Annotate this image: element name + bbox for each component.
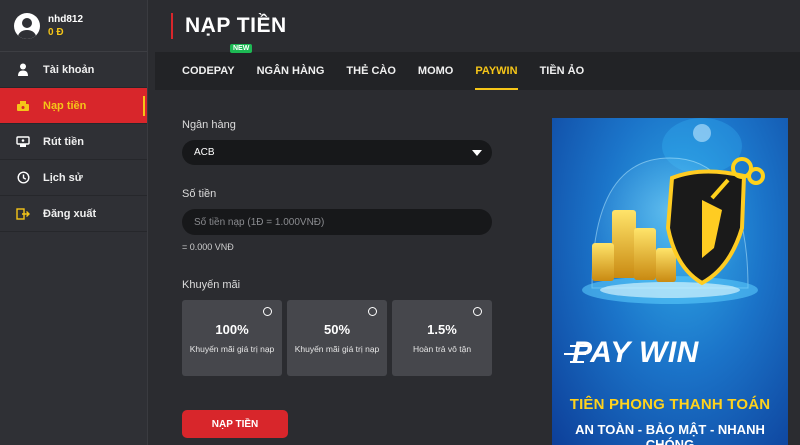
- sidebar-item-label: Nạp tiền: [43, 99, 87, 112]
- tab-label: THẺ CÀO: [346, 65, 396, 77]
- promo-desc: Khuyến mãi giá trị nạp: [294, 344, 380, 354]
- sidebar-item-withdraw[interactable]: Rút tiền: [0, 124, 147, 160]
- tab-codepay[interactable]: CODEPAY NEW: [182, 44, 253, 90]
- sidebar-item-label: Rút tiền: [43, 135, 84, 148]
- avatar[interactable]: [14, 12, 40, 39]
- promo-label: Khuyến mãi: [182, 279, 241, 291]
- sidebar-item-history[interactable]: Lịch sử: [0, 160, 147, 196]
- bank-label: Ngân hàng: [182, 119, 236, 131]
- bank-select[interactable]: ACB: [182, 140, 492, 165]
- banner-subtagline: AN TOÀN - BẢO MẬT - NHANH CHÓNG: [575, 422, 765, 445]
- sidebar-item-label: Đăng xuất: [43, 207, 97, 220]
- paywin-banner: PAY WIN TIÊN PHONG THANH TOÁN AN TOÀN - …: [552, 118, 788, 445]
- user-icon: [16, 63, 30, 77]
- tab-bank[interactable]: NGÂN HÀNG: [257, 52, 325, 90]
- logout-icon: [16, 207, 30, 221]
- tab-label: TIỀN ẢO: [539, 65, 585, 77]
- promo-value: 100%: [215, 322, 249, 337]
- title-accent: [171, 13, 173, 39]
- tab-label: MOMO: [417, 65, 454, 77]
- radio-icon[interactable]: [473, 307, 482, 316]
- tab-label: PAYWIN: [475, 65, 518, 77]
- amount-label: Số tiền: [182, 188, 217, 200]
- chevron-down-icon: [472, 150, 482, 156]
- promo-value: 1.5%: [427, 322, 457, 337]
- deposit-submit-button[interactable]: NẠP TIỀN: [182, 410, 288, 438]
- tab-paywin[interactable]: PAYWIN: [475, 52, 518, 90]
- new-badge: NEW: [230, 44, 253, 53]
- sidebar-item-logout[interactable]: Đăng xuất: [0, 196, 147, 232]
- banner-tagline: TIÊN PHONG THANH TOÁN: [569, 396, 771, 413]
- tab-momo[interactable]: MOMO: [418, 52, 453, 90]
- balance: 0 Đ: [48, 26, 64, 38]
- promo-option-100[interactable]: 100% Khuyến mãi giá trị nạp: [182, 300, 282, 376]
- paywin-logo: PAY WIN: [572, 336, 699, 369]
- user-panel: nhd812 0 Đ: [0, 0, 147, 52]
- page-title: NẠP TIỀN: [185, 14, 287, 37]
- tab-label: CODEPAY: [182, 65, 235, 77]
- sidebar-item-label: Lịch sử: [43, 171, 83, 184]
- username: nhd812: [48, 13, 84, 25]
- bank-select-value: ACB: [194, 147, 215, 158]
- converted-amount: = 0.000 VNĐ: [182, 242, 234, 252]
- promo-desc: Hoàn trả vô tận: [412, 344, 472, 354]
- promo-value: 50%: [323, 322, 351, 337]
- sidebar-item-label: Tài khoản: [43, 63, 95, 76]
- sidebar-item-deposit[interactable]: Nạp tiền: [0, 88, 147, 124]
- tab-card[interactable]: THẺ CÀO: [346, 52, 396, 90]
- promo-desc: Khuyến mãi giá trị nạp: [189, 344, 275, 354]
- radio-icon[interactable]: [368, 307, 377, 316]
- history-icon: [16, 171, 30, 185]
- withdraw-icon: [16, 135, 30, 149]
- promo-option-50[interactable]: 50% Khuyến mãi giá trị nạp: [287, 300, 387, 376]
- promo-option-cashback[interactable]: 1.5% Hoàn trả vô tận: [392, 300, 492, 376]
- sidebar: nhd812 0 Đ Tài khoản Nạp tiền Rút tiền L…: [0, 0, 148, 445]
- radio-icon[interactable]: [263, 307, 272, 316]
- promo-options: 100% Khuyến mãi giá trị nạp 50% Khuyến m…: [182, 300, 492, 376]
- user-info: nhd812 0 Đ: [48, 13, 83, 39]
- tab-crypto[interactable]: TIỀN ẢO: [540, 52, 585, 90]
- amount-input[interactable]: [182, 209, 492, 235]
- sidebar-item-account[interactable]: Tài khoản: [0, 52, 147, 88]
- tab-label: NGÂN HÀNG: [256, 65, 325, 77]
- payment-tabs: CODEPAY NEW NGÂN HÀNG THẺ CÀO MOMO PAYWI…: [155, 44, 800, 90]
- deposit-icon: [16, 99, 30, 113]
